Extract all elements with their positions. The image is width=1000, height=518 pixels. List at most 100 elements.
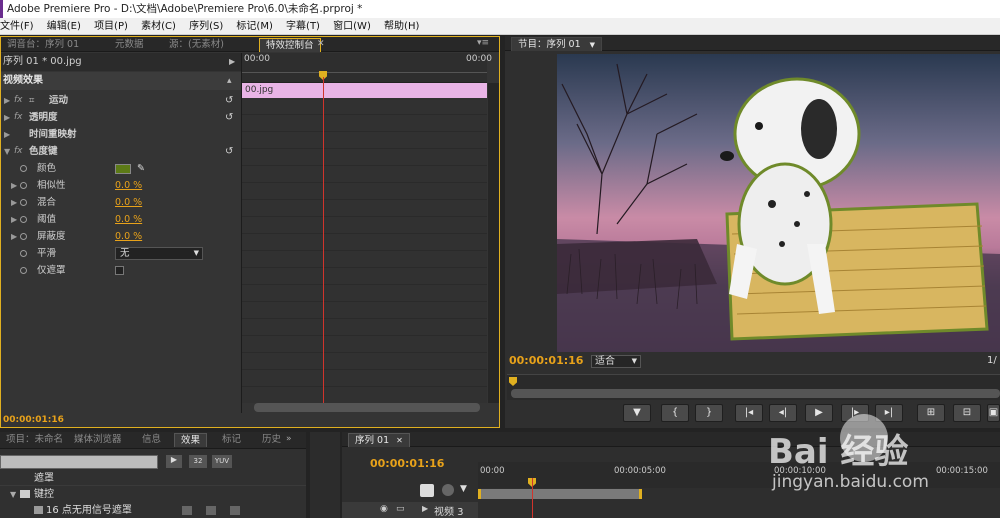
expand-triangle-icon[interactable]: ▶ — [4, 109, 10, 126]
param-value[interactable]: 0.0 % — [115, 211, 142, 228]
tab-source[interactable]: 源：(无素材) — [163, 38, 230, 52]
expand-triangle-icon[interactable]: ▶ — [11, 211, 17, 228]
collapse-triangle-icon[interactable]: ▼ — [4, 143, 10, 160]
stopwatch-icon[interactable] — [20, 267, 27, 274]
smoothing-dropdown[interactable]: 无 ▼ — [115, 247, 203, 260]
yuv-effects-icon[interactable]: YUV — [212, 455, 232, 468]
32bit-effects-icon[interactable]: 32 — [189, 455, 207, 468]
effect-row-motion[interactable]: ▶ fx ⌗ 运动 ↺ — [1, 92, 241, 109]
tab-project[interactable]: 项目：未命名 — [0, 433, 69, 447]
clip-bar[interactable]: 00.jpg — [242, 83, 487, 98]
stopwatch-icon[interactable] — [20, 199, 27, 206]
menu-title[interactable]: 字幕(T) — [281, 18, 325, 35]
timeline-timecode[interactable]: 00:00:01:16 — [370, 457, 460, 471]
effect-row-chroma-key[interactable]: ▼ fx 色度键 ↺ — [1, 143, 241, 160]
project-tabbar: 项目：未命名 媒体浏览器 信息 效果 标记 历史 » — [0, 432, 306, 449]
fx-icon[interactable]: fx — [14, 92, 23, 109]
expand-arrow-icon[interactable]: ▶ — [229, 53, 235, 71]
menu-marker[interactable]: 标记(M) — [231, 18, 277, 35]
tab-media-browser[interactable]: 媒体浏览器 — [68, 433, 128, 447]
effect-timeline-ruler[interactable]: 00:00 00:00 — [242, 53, 492, 83]
tree-item-matte[interactable]: 遮罩 — [0, 472, 306, 486]
effects-search-input[interactable] — [0, 455, 158, 469]
menu-bar: 文件(F) 编辑(E) 项目(P) 素材(C) 序列(S) 标记(M) 字幕(T… — [0, 18, 1000, 35]
reset-icon[interactable]: ↺ — [225, 92, 233, 109]
vertical-scrollbar[interactable] — [488, 83, 499, 403]
effect-timecode[interactable]: 00:00:01:16 — [3, 414, 103, 427]
stopwatch-icon[interactable] — [20, 182, 27, 189]
tab-metadata[interactable]: 元数据 — [109, 38, 150, 52]
go-to-in-button[interactable]: |◂ — [735, 404, 763, 422]
effect-row-opacity[interactable]: ▶ fx 透明度 ↺ — [1, 109, 241, 126]
stopwatch-icon[interactable] — [20, 250, 27, 257]
menu-window[interactable]: 窗口(W) — [328, 18, 376, 35]
snap-icon[interactable] — [420, 484, 434, 497]
sync-lock-icon[interactable]: ▭ — [396, 504, 405, 514]
color-swatch[interactable] — [115, 164, 131, 174]
param-value[interactable]: 0.0 % — [115, 228, 142, 245]
stopwatch-icon[interactable] — [20, 165, 27, 172]
collapse-icon[interactable]: ▴ — [227, 72, 232, 90]
32bit-badge-icon — [206, 506, 216, 515]
playhead-line — [323, 77, 324, 403]
expand-triangle-icon[interactable]: ▶ — [422, 504, 428, 513]
expand-triangle-icon[interactable]: ▶ — [11, 194, 17, 211]
program-scrub-bar[interactable] — [507, 374, 1000, 400]
stopwatch-icon[interactable] — [20, 233, 27, 240]
accelerated-effects-icon[interactable]: ▶ — [166, 455, 182, 468]
expand-triangle-icon[interactable]: ▶ — [11, 177, 17, 194]
tab-program[interactable]: 节目：序列 01 ▼ — [511, 37, 603, 51]
tree-item-keying[interactable]: ▼ 键控 — [0, 487, 306, 502]
set-marker-icon[interactable] — [442, 484, 454, 496]
tab-info[interactable]: 信息 — [136, 433, 167, 447]
tab-audio-mixer[interactable]: 调音台：序列 01 — [1, 38, 85, 52]
eye-icon[interactable]: ◉ — [380, 504, 388, 514]
window-title: Adobe Premiere Pro - D:\文档\Adobe\Premier… — [0, 0, 1000, 18]
ruler-label: 00:00 — [480, 466, 505, 476]
mark-out-button[interactable]: } — [695, 404, 723, 422]
reset-icon[interactable]: ↺ — [225, 109, 233, 126]
menu-file[interactable]: 文件(F) — [0, 18, 39, 35]
panel-overflow-icon[interactable]: » — [286, 434, 292, 444]
expand-triangle-icon[interactable]: ▶ — [4, 92, 10, 109]
collapse-triangle-icon[interactable]: ▼ — [10, 487, 16, 502]
mark-in-button[interactable]: { — [661, 404, 689, 422]
fx-icon[interactable]: fx — [14, 143, 23, 160]
ruler-ticks — [242, 67, 487, 73]
expand-triangle-icon[interactable]: ▶ — [11, 228, 17, 245]
menu-sequence[interactable]: 序列(S) — [184, 18, 228, 35]
close-icon[interactable]: ✕ — [317, 39, 325, 49]
eyedropper-icon[interactable]: ✎ — [137, 160, 145, 177]
add-marker-button[interactable]: ▼ — [623, 404, 651, 422]
program-range-bar[interactable] — [511, 389, 1000, 398]
menu-help[interactable]: 帮助(H) — [379, 18, 424, 35]
menu-edit[interactable]: 编辑(E) — [42, 18, 86, 35]
panel-menu-icon[interactable]: ▾≡ — [477, 38, 489, 48]
menu-clip[interactable]: 素材(C) — [136, 18, 181, 35]
effect-row-time-remap[interactable]: ▶ 时间重映射 — [1, 126, 241, 143]
tab-sequence[interactable]: 序列 01 ✕ — [348, 433, 410, 447]
program-timecode[interactable]: 00:00:01:16 — [509, 354, 589, 368]
work-area-bar[interactable] — [478, 489, 642, 499]
close-icon[interactable]: ✕ — [396, 436, 403, 445]
tree-item-16pt-garbage-matte[interactable]: 16 点无用信号遮罩 — [0, 503, 306, 518]
program-video-frame[interactable] — [557, 54, 1000, 352]
program-playhead[interactable] — [509, 377, 517, 386]
fx-icon[interactable]: fx — [14, 109, 23, 126]
tab-effects[interactable]: 效果 — [174, 433, 208, 447]
mask-only-checkbox[interactable] — [115, 266, 124, 275]
chevron-down-icon[interactable]: ▼ — [590, 41, 595, 49]
tab-history[interactable]: 历史 — [256, 433, 287, 447]
track-header-video3[interactable]: ◉ ▭ ▶ 视频 3 — [342, 502, 478, 518]
tab-markers[interactable]: 标记 — [216, 433, 247, 447]
expand-triangle-icon[interactable]: ▶ — [4, 126, 10, 143]
tab-effect-controls[interactable]: 特效控制台 — [259, 38, 321, 52]
param-value[interactable]: 0.0 % — [115, 194, 142, 211]
add-marker-icon[interactable]: ▼ — [460, 484, 467, 494]
stopwatch-icon[interactable] — [20, 216, 27, 223]
param-value[interactable]: 0.0 % — [115, 177, 142, 194]
fit-dropdown[interactable]: 适合 ▼ — [591, 355, 641, 368]
reset-icon[interactable]: ↺ — [225, 143, 233, 160]
horizontal-scrollbar[interactable] — [254, 403, 480, 412]
menu-project[interactable]: 项目(P) — [89, 18, 133, 35]
